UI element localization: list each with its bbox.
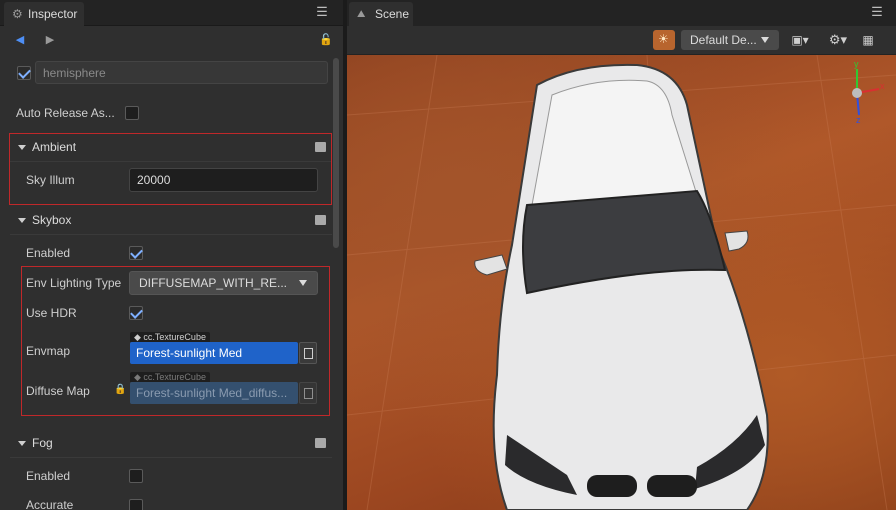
collapse-caret-icon xyxy=(18,440,26,446)
scene-menu-icon[interactable]: ☰ xyxy=(870,5,884,19)
skybox-title: Skybox xyxy=(32,213,72,227)
back-arrow-icon[interactable]: ◀ xyxy=(14,33,26,47)
unlock-icon[interactable]: 🔓 xyxy=(319,33,333,47)
skybox-enabled-checkbox[interactable] xyxy=(129,246,143,260)
fog-enabled-label: Enabled xyxy=(26,469,71,483)
divider xyxy=(10,234,332,235)
inspector-toolbar: ◀ ▶ 🔓 xyxy=(0,27,343,55)
fog-accurate-checkbox[interactable] xyxy=(129,499,143,510)
scene-icon: ⛰ xyxy=(357,9,366,20)
editor-window: ⚙ Inspector ☰ ◀ ▶ 🔓 hemisphere Auto Rele… xyxy=(0,0,896,510)
fog-accurate-label: Accurate xyxy=(26,498,74,510)
tab-scene-label: Scene xyxy=(375,7,410,21)
scene-tab-bar: ⛰ Scene ☰ xyxy=(347,0,896,26)
gizmo-x-label: x xyxy=(880,81,885,91)
tab-inspector[interactable]: ⚙ Inspector xyxy=(4,2,84,26)
gear-icon: ⚙ xyxy=(12,7,23,21)
gizmo-z-label: z xyxy=(856,115,861,125)
axis-gizmo xyxy=(852,69,880,116)
inspector-menu-icon[interactable]: ☰ xyxy=(315,5,329,19)
inspector-panel: ⚙ Inspector ☰ ◀ ▶ 🔓 hemisphere Auto Rele… xyxy=(0,0,343,510)
auto-release-label: Auto Release As... xyxy=(16,106,115,120)
camera-dropdown[interactable]: Default De... xyxy=(681,30,779,50)
gear-icon[interactable]: ⚙▾ xyxy=(825,30,851,50)
forward-arrow-icon[interactable]: ▶ xyxy=(44,33,56,47)
inspector-scrollbar[interactable] xyxy=(333,58,339,248)
help-book-icon[interactable] xyxy=(315,215,326,225)
car-model xyxy=(347,55,896,510)
camera-options-icon[interactable]: ▣▾ xyxy=(787,30,813,50)
inspector-tab-bar: ⚙ Inspector ☰ xyxy=(0,0,343,26)
skybox-enabled-label: Enabled xyxy=(26,246,71,260)
node-active-checkbox[interactable] xyxy=(17,66,31,80)
fog-title: Fog xyxy=(32,436,53,450)
auto-release-checkbox[interactable] xyxy=(125,106,139,120)
skybox-section-header[interactable]: Skybox xyxy=(10,206,332,234)
help-book-icon[interactable] xyxy=(315,438,326,448)
camera-dropdown-value: Default De... xyxy=(690,33,757,47)
sun-icon[interactable]: ☀ xyxy=(653,30,675,50)
node-name-field[interactable]: hemisphere xyxy=(35,61,328,84)
fog-enabled-checkbox[interactable] xyxy=(129,469,143,483)
gizmo-y-label: y xyxy=(854,59,859,69)
collapse-caret-icon xyxy=(18,217,26,223)
highlight-skybox-env xyxy=(21,266,330,416)
fog-section-header[interactable]: Fog xyxy=(10,429,332,457)
layout-icon[interactable]: ▦ xyxy=(859,30,877,50)
scene-viewport[interactable]: y x z xyxy=(347,55,896,510)
scene-toolbar: ☀ Default De... ▣▾ ⚙▾ ▦ xyxy=(347,26,896,54)
scene-panel: ⛰ Scene ☰ ☀ Default De... ▣▾ ⚙▾ ▦ y x z xyxy=(347,0,896,510)
divider xyxy=(10,457,332,458)
chevron-down-icon xyxy=(761,37,769,43)
highlight-ambient xyxy=(9,133,332,205)
tab-scene[interactable]: ⛰ Scene xyxy=(349,2,413,26)
tab-inspector-label: Inspector xyxy=(28,7,78,21)
